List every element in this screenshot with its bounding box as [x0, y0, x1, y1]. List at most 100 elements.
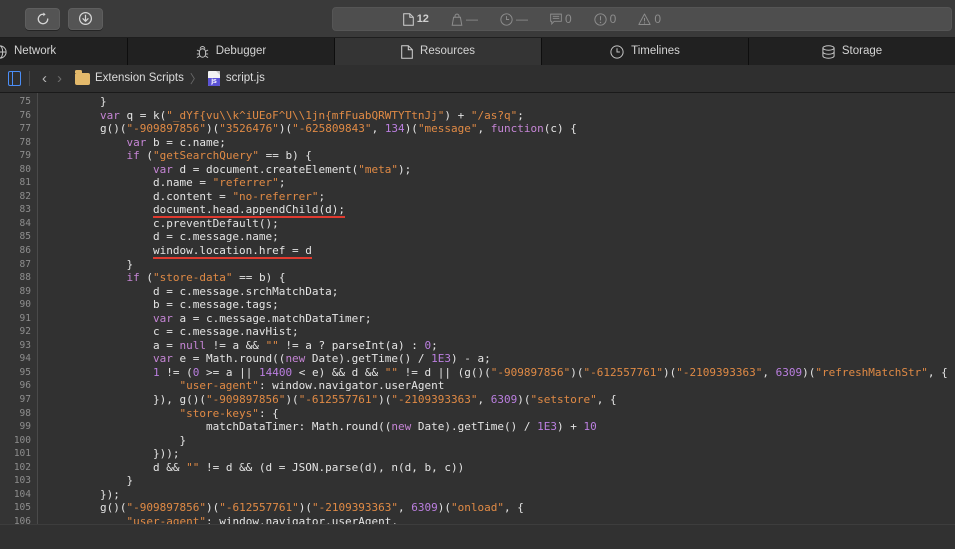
code-line[interactable]: matchDataTimer: Math.round((new Date).ge…: [47, 420, 955, 434]
line-number[interactable]: 87: [0, 258, 37, 272]
code-line[interactable]: }: [47, 474, 955, 488]
clock-icon: [500, 12, 513, 26]
code-line[interactable]: if ("store-data" == b) {: [47, 271, 955, 285]
line-number[interactable]: 85: [0, 230, 37, 244]
code-line[interactable]: }));: [47, 447, 955, 461]
code-token: "user-agent": [126, 514, 206, 524]
line-number[interactable]: 102: [0, 461, 37, 475]
line-number[interactable]: 75: [0, 95, 37, 109]
line-number[interactable]: 103: [0, 474, 37, 488]
code-token: , {: [504, 501, 524, 515]
code-token: null: [179, 338, 206, 352]
line-number[interactable]: 104: [0, 488, 37, 502]
code-line[interactable]: }), g()("-909897856")("-612557761")("-21…: [47, 393, 955, 407]
code-line[interactable]: c.preventDefault();: [47, 217, 955, 231]
source-code-content[interactable]: } var q = k("_dYf{vu\\k^iUEoF^U\\1jn{mfF…: [38, 93, 955, 524]
code-line[interactable]: "user-agent": window.navigator.userAgent: [47, 379, 955, 393]
line-number[interactable]: 86: [0, 244, 37, 258]
line-number[interactable]: 81: [0, 176, 37, 190]
code-line[interactable]: var b = c.name;: [47, 136, 955, 150]
line-number[interactable]: 88: [0, 271, 37, 285]
line-number[interactable]: 83: [0, 203, 37, 217]
code-line[interactable]: var d = document.createElement("meta");: [47, 163, 955, 177]
line-number[interactable]: 94: [0, 352, 37, 366]
line-number[interactable]: 89: [0, 285, 37, 299]
code-line[interactable]: if ("getSearchQuery" == b) {: [47, 149, 955, 163]
code-token: });: [47, 487, 120, 501]
code-line[interactable]: d && "" != d && (d = JSON.parse(d), n(d,…: [47, 461, 955, 475]
code-token: d = c.message.name;: [47, 230, 279, 244]
tab-debugger-label: Debugger: [215, 44, 267, 57]
code-line[interactable]: 1 != (0 >= a || 14400 < e) && d && "" !=…: [47, 366, 955, 380]
code-line[interactable]: d = c.message.name;: [47, 230, 955, 244]
code-line[interactable]: var e = Math.round((new Date).getTime() …: [47, 352, 955, 366]
code-line[interactable]: var a = c.message.matchDataTimer;: [47, 312, 955, 326]
line-number[interactable]: 96: [0, 379, 37, 393]
line-number[interactable]: 98: [0, 407, 37, 421]
code-line[interactable]: d = c.message.srchMatchData;: [47, 285, 955, 299]
breadcrumb-file-label[interactable]: script.js: [226, 72, 265, 85]
line-number-gutter[interactable]: 75 76 77 78 79 80 81 82 83 84 85 86 87 88 89 90 91 92 93 94…: [0, 93, 38, 524]
code-line[interactable]: a = null != a && "" != a ? parseInt(a) :…: [47, 339, 955, 353]
code-token: c.preventDefault();: [47, 216, 279, 230]
code-line[interactable]: g()("-909897856")("-612557761")("-210939…: [47, 501, 955, 515]
line-number[interactable]: 101: [0, 447, 37, 461]
tab-storage-label: Storage: [841, 44, 883, 57]
code-line[interactable]: document.head.appendChild(d);: [47, 203, 955, 219]
line-number[interactable]: 84: [0, 217, 37, 231]
tab-storage[interactable]: Storage: [749, 38, 955, 65]
code-token: < e) && d &&: [292, 365, 385, 379]
code-token: 6309: [490, 393, 518, 407]
code-line[interactable]: }: [47, 258, 955, 272]
line-number[interactable]: 77: [0, 122, 37, 136]
line-number[interactable]: 82: [0, 190, 37, 204]
line-number[interactable]: 91: [0, 312, 37, 326]
reload-button[interactable]: [25, 7, 60, 30]
code-line[interactable]: c = c.message.navHist;: [47, 325, 955, 339]
code-line[interactable]: g()("-909897856")("3526476")("-625809843…: [47, 122, 955, 136]
code-line[interactable]: window.location.href = d: [47, 244, 955, 260]
tab-debugger[interactable]: Debugger: [128, 38, 335, 65]
breadcrumb-folder-label[interactable]: Extension Scripts: [95, 72, 184, 85]
code-line[interactable]: "user-agent": window.navigator.userAgent…: [47, 515, 955, 524]
forward-arrow-icon[interactable]: ›: [52, 71, 67, 86]
line-number[interactable]: 92: [0, 325, 37, 339]
web-inspector-window: 12 — — 0 0 0 Network Debugger Resources …: [0, 0, 955, 549]
line-number[interactable]: 79: [0, 149, 37, 163]
code-line[interactable]: "store-keys": {: [47, 407, 955, 421]
code-token: )(: [802, 365, 816, 379]
line-number[interactable]: 105: [0, 501, 37, 515]
code-line[interactable]: d.content = "no-referrer";: [47, 190, 955, 204]
code-line[interactable]: var q = k("_dYf{vu\\k^iUEoF^U\\1jn{mfFua…: [47, 109, 955, 123]
line-number[interactable]: 97: [0, 393, 37, 407]
line-number[interactable]: 93: [0, 339, 37, 353]
code-line[interactable]: }: [47, 95, 955, 109]
sidebar-toggle-icon[interactable]: [8, 71, 21, 86]
inspector-stats-bar[interactable]: 12 — — 0 0 0: [332, 7, 952, 31]
debugger-icon: [196, 45, 209, 58]
line-number[interactable]: 95: [0, 366, 37, 380]
line-number[interactable]: 100: [0, 434, 37, 448]
download-button[interactable]: [68, 7, 103, 30]
code-token: "-909897856": [126, 501, 206, 515]
back-arrow-icon[interactable]: ‹: [37, 71, 52, 86]
tab-resources[interactable]: Resources: [335, 38, 542, 65]
code-token: }: [47, 95, 107, 108]
line-number[interactable]: 78: [0, 136, 37, 150]
line-number[interactable]: 106: [0, 515, 37, 524]
code-token: : {: [258, 406, 279, 420]
source-code-editor[interactable]: 75 76 77 78 79 80 81 82 83 84 85 86 87 88 89 90 91 92 93 94…: [0, 93, 955, 524]
code-token: "user-agent": [179, 379, 259, 393]
code-line[interactable]: }: [47, 434, 955, 448]
line-number[interactable]: 90: [0, 298, 37, 312]
code-token: b = c.name;: [146, 135, 226, 149]
tab-timelines[interactable]: Timelines: [542, 38, 749, 65]
code-line[interactable]: b = c.message.tags;: [47, 298, 955, 312]
tab-network[interactable]: Network: [0, 38, 128, 65]
line-number[interactable]: 80: [0, 163, 37, 177]
code-token: )(: [278, 122, 293, 136]
code-line[interactable]: });: [47, 488, 955, 502]
line-number[interactable]: 76: [0, 109, 37, 123]
line-number[interactable]: 99: [0, 420, 37, 434]
code-line[interactable]: d.name = "referrer";: [47, 176, 955, 190]
